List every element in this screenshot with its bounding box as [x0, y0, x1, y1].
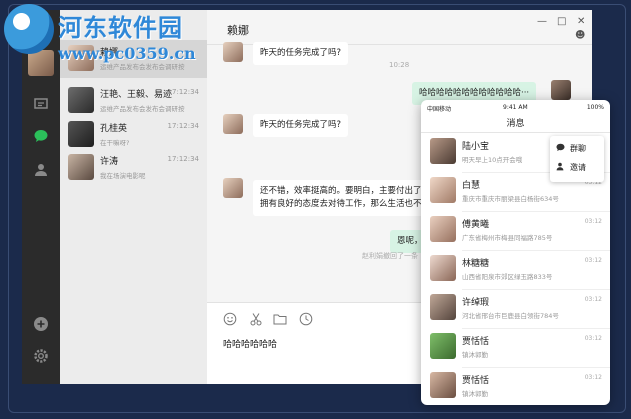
carrier: 中国移动: [427, 106, 452, 113]
maximize-icon[interactable]: □: [557, 16, 566, 27]
contact-name: 傅黄曦: [462, 220, 490, 230]
contact-item[interactable]: 林糖糖 山西省阳泉市郊区绿玉路833号 03:12: [421, 251, 610, 290]
avatar: [430, 177, 456, 203]
chat-preview: 运维产品发布会发布会调研按: [100, 105, 185, 113]
clock-icon[interactable]: [299, 311, 313, 326]
contact-name: 许绰瑕: [462, 298, 490, 308]
message-line: 还不错，效率挺高的。要明白，主要付出了时: [260, 186, 431, 196]
avatar: [223, 42, 243, 62]
avatar: [430, 294, 456, 320]
avatar: [430, 255, 456, 281]
chat-list-item[interactable]: 汪艳、王毅、易迹 17:12:34 运维产品发布会发布会调研按: [60, 82, 207, 120]
avatar: [68, 154, 94, 180]
contact-name: 贾恬恬: [462, 337, 490, 347]
scissors-icon[interactable]: [249, 311, 263, 326]
contact-name: 林糖糖: [462, 259, 490, 269]
popup-menu: 群聊 邀请: [550, 136, 604, 182]
watermark-url: www.pc0359.cn: [58, 44, 196, 63]
chat-preview: 我在场演电影呢: [100, 172, 146, 180]
chat-bubble-icon: [556, 143, 565, 152]
contact-subtitle: 河北省邢台市巨鹿县白领街784号: [462, 312, 559, 320]
contact-name: 白慧: [462, 181, 481, 191]
message-input[interactable]: 哈哈哈哈哈哈: [223, 337, 277, 350]
avatar: [551, 80, 571, 100]
chat-bubble-icon[interactable]: [33, 128, 49, 144]
mobile-screen: 中国移动 9:41 AM 100% 消息 陆小宝 明天早上10点开会哦 白慧 重…: [421, 100, 610, 405]
popup-item-label: 群聊: [570, 144, 586, 153]
battery: 100%: [586, 104, 604, 111]
popup-item-invite[interactable]: 邀请: [556, 162, 586, 173]
contact-name: 贾恬恬: [462, 376, 490, 386]
chat-list: 赖娜 运维产品发布会发布会调研按 汪艳、王毅、易迹 17:12:34 运维产品发…: [60, 10, 207, 384]
avatar: [223, 114, 243, 134]
time-separator: 10:28: [389, 61, 410, 69]
emoji-icon[interactable]: [223, 311, 237, 326]
chat-time: 17:12:34: [167, 88, 199, 96]
chat-name: 汪艳、王毅、易迹: [100, 90, 173, 100]
close-icon[interactable]: ✕: [577, 16, 585, 27]
contact-item[interactable]: 许绰瑕 河北省邢台市巨鹿县白领街784号 03:12: [421, 290, 610, 329]
chat-list-item[interactable]: 许涛 17:12:34 我在场演电影呢: [60, 149, 207, 187]
chat-name: 孔桂英: [100, 124, 128, 134]
message-bubble: 昨天的任务完成了吗?: [253, 42, 349, 65]
contact-subtitle: 重庆市重庆市丽梁县白杨街634号: [462, 195, 559, 203]
contact-time: 03:12: [584, 296, 602, 303]
add-icon[interactable]: [33, 316, 49, 332]
screen-title: 消息: [506, 119, 525, 129]
contact-name: 陆小宝: [462, 142, 490, 152]
message-line: 拥有良好的态度去对待工作，那么生活也不会: [260, 198, 431, 209]
contact-subtitle: 广东省梅州市梅县同福路785号: [462, 234, 553, 242]
profile-icon[interactable]: ☻: [575, 30, 585, 41]
avatar: [223, 178, 243, 198]
add-user-icon: [556, 162, 565, 171]
chat-time: 17:12:34: [167, 122, 199, 130]
watermark-title: 河东软件园: [58, 13, 183, 42]
avatar: [68, 121, 94, 147]
contact-time: 03:12: [584, 218, 602, 225]
popup-item-group-chat[interactable]: 群聊: [556, 143, 586, 154]
minimize-icon[interactable]: —: [537, 16, 547, 27]
settings-icon[interactable]: [33, 348, 49, 364]
avatar: [430, 216, 456, 242]
contact-time: 03:12: [584, 257, 602, 264]
contacts-icon[interactable]: [33, 162, 49, 178]
contact-item[interactable]: 贾恬恬 镇沐郭勤 03:12: [421, 368, 610, 405]
contact-item[interactable]: 贾恬恬 镇沐郭勤 03:12: [421, 329, 610, 368]
watermark-logo: [4, 4, 54, 54]
contact-subtitle: 山西省阳泉市郊区绿玉路833号: [462, 273, 553, 281]
contact-item[interactable]: 傅黄曦 广东省梅州市梅县同福路785号 03:12: [421, 212, 610, 251]
contact-subtitle: 镇沐郭勤: [462, 390, 488, 398]
chat-list-icon[interactable]: [33, 96, 49, 112]
status-bar: 中国移动 9:41 AM 100%: [421, 100, 610, 114]
contact-subtitle: 明天早上10点开会哦: [462, 156, 523, 164]
conversation-title: 赖娜: [227, 24, 249, 37]
sidebar: [22, 10, 60, 384]
avatar: [430, 333, 456, 359]
divider: [421, 132, 610, 133]
status-clock: 9:41 AM: [503, 104, 528, 111]
message-bubble: 昨天的任务完成了吗?: [253, 114, 349, 137]
chat-name: 许涛: [100, 157, 119, 167]
contact-time: 03:12: [584, 335, 602, 342]
avatar: [68, 87, 94, 113]
contact-subtitle: 镇沐郭勤: [462, 351, 488, 359]
chat-preview: 在干嘛呀?: [100, 139, 130, 147]
chat-time: 17:12:34: [167, 155, 199, 163]
popup-item-label: 邀请: [570, 163, 586, 172]
user-avatar[interactable]: [28, 50, 54, 76]
system-note: 赵利娟撤回了一条: [362, 252, 418, 260]
avatar: [430, 138, 456, 164]
avatar: [430, 372, 456, 398]
contact-time: 03:12: [584, 374, 602, 381]
folder-icon[interactable]: [273, 311, 287, 325]
